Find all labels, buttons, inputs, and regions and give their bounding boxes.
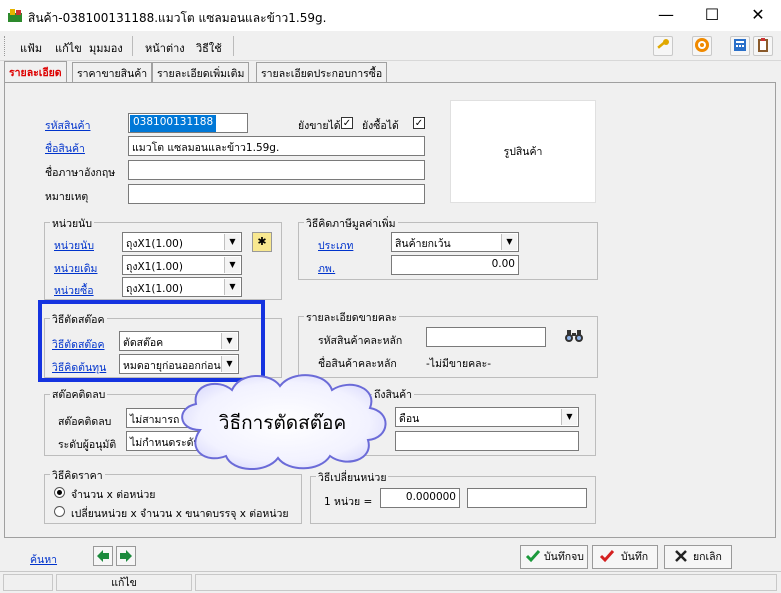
variant-title: รายละเอียดขายคละ <box>304 309 399 326</box>
product-image-label: รูปสินค้า <box>503 146 543 158</box>
chevron-down-icon: ▼ <box>224 257 240 273</box>
new-unit-icon[interactable]: ✱ <box>252 232 272 252</box>
chevron-down-icon: ▼ <box>561 409 577 425</box>
one-unit-input[interactable]: 0.000000 <box>380 488 460 508</box>
unit-extra-input[interactable] <box>467 488 587 508</box>
chevron-down-icon: ▼ <box>501 234 517 250</box>
name-input[interactable]: แมวโต แซลมอนและข้าว1.59g. <box>128 136 425 156</box>
menu-grip <box>4 36 7 56</box>
pricing-option2-label: เปลี่ยนหน่วย x จำนวน x ขนาดบรรจุ x ต่อหน… <box>71 508 289 520</box>
calculator-icon[interactable] <box>730 36 750 56</box>
arrow-right-icon[interactable] <box>116 546 136 566</box>
old-unit-select[interactable]: ถุงX1(1.00) ▼ <box>122 255 242 275</box>
status-bar: แก้ไข <box>0 571 781 593</box>
pricing-option1-label: จำนวน x ต่อหน่วย <box>71 489 156 501</box>
units-title: หน่วยนับ <box>50 215 94 232</box>
approve-level-label: ระดับผู้อนุมัติ <box>58 439 117 451</box>
window-title: สินค้า-038100131188.แมวโต แซลมอนและข้าว1… <box>28 11 327 25</box>
chevron-down-icon: ▼ <box>224 279 240 295</box>
unit-value: ถุงX1(1.00) <box>126 238 183 250</box>
product-image[interactable]: รูปสินค้า <box>450 100 596 203</box>
old-unit-label: หน่วยเดิม <box>54 263 98 275</box>
title-bar: สินค้า-038100131188.แมวโต แซลมอนและข้าว1… <box>0 0 781 31</box>
chevron-down-icon: ▼ <box>224 234 240 250</box>
app-icon <box>7 7 23 23</box>
buy-unit-value: ถุงX1(1.00) <box>126 283 183 295</box>
target-icon[interactable] <box>692 36 712 56</box>
product-access-value: ดือน <box>399 413 420 425</box>
status-cell-3 <box>195 574 777 591</box>
menu-edit[interactable]: แก้ไข <box>55 39 82 57</box>
one-unit-label: 1 หน่วย = <box>324 496 373 508</box>
menu-separator <box>132 36 133 56</box>
tab-details[interactable]: รายละเอียด <box>4 61 67 83</box>
pricing-option2-radio[interactable] <box>54 506 65 517</box>
name-label: ชื่อสินค้า <box>45 143 85 155</box>
menu-bar: แฟ้ม แก้ไข มุมมอง หน้าต่าง วิธีใช้ <box>0 31 781 61</box>
vat-rate-input[interactable]: 0.00 <box>391 255 519 275</box>
negative-stock-title: สต๊อคติดลบ <box>50 386 108 403</box>
vat-type-label: ประเภท <box>318 240 354 252</box>
product-access-select[interactable]: ดือน ▼ <box>395 407 579 427</box>
clipboard-icon[interactable] <box>753 36 773 56</box>
negative-stock-label: สต๊อคติดลบ <box>58 416 112 428</box>
note-input[interactable] <box>128 184 425 204</box>
unit-change-title: วิธีเปลี่ยนหน่วย <box>316 469 389 486</box>
pricing-option1-radio[interactable] <box>54 487 65 498</box>
checkmark-icon <box>525 548 541 572</box>
menu-window[interactable]: หน้าต่าง <box>145 39 185 57</box>
code-input-value: 038100131188 <box>130 115 217 132</box>
tab-purchase-details[interactable]: รายละเอียดประกอบการซื้อ <box>256 62 388 82</box>
buy-unit-label: หน่วยซื้อ <box>54 285 94 297</box>
eng-name-input[interactable] <box>128 160 425 180</box>
code-input[interactable]: 038100131188 <box>128 113 248 133</box>
can-buy-label: ยังซื้อได้ <box>362 120 399 132</box>
old-unit-value: ถุงX1(1.00) <box>126 261 183 273</box>
vat-type-value: สินค้ายกเว้น <box>395 238 451 250</box>
save-button[interactable]: บันทึก <box>592 545 658 569</box>
maximize-button[interactable]: ☐ <box>689 0 735 31</box>
key-icon[interactable] <box>653 36 673 56</box>
minimize-button[interactable]: — <box>643 0 689 31</box>
eng-name-label: ชื่อภาษาอังกฤษ <box>45 167 116 179</box>
unit-label: หน่วยนับ <box>54 240 94 252</box>
cancel-button[interactable]: ยกเลิก <box>664 545 732 569</box>
variant-code-input[interactable] <box>426 327 546 347</box>
can-buy-checkbox[interactable]: ✓ <box>413 117 425 129</box>
status-mode: แก้ไข <box>56 574 192 591</box>
close-button[interactable]: ✕ <box>735 0 781 31</box>
pricing-title: วิธีคิดราคา <box>50 467 105 484</box>
code-label: รหัสสินค้า <box>45 120 91 132</box>
cancel-x-icon <box>673 548 689 572</box>
variant-name-value: -ไม่มีขายคละ- <box>426 358 492 370</box>
menu-separator <box>233 36 234 56</box>
menu-help[interactable]: วิธีใช้ <box>196 39 222 57</box>
arrow-left-icon[interactable] <box>93 546 113 566</box>
buy-unit-select[interactable]: ถุงX1(1.00) ▼ <box>122 277 242 297</box>
save-close-label: บันทึกจบ <box>544 551 584 563</box>
callout-cloud: วิธีการตัดสต๊อค <box>170 368 395 476</box>
status-cell-1 <box>3 574 53 591</box>
save-label: บันทึก <box>621 551 649 563</box>
tab-sale-price[interactable]: ราคาขายสินค้า <box>72 62 153 82</box>
binoculars-icon[interactable] <box>563 327 585 347</box>
menu-view[interactable]: มุมมอง <box>89 39 123 57</box>
can-sell-label: ยังขายได้ <box>298 120 341 132</box>
note-label: หมายเหตุ <box>45 191 89 203</box>
tab-extra-details[interactable]: รายละเอียดเพิ่มเติม <box>152 62 250 82</box>
cancel-label: ยกเลิก <box>693 551 722 563</box>
vat-type-select[interactable]: สินค้ายกเว้น ▼ <box>391 232 519 252</box>
vat-title: วิธีคิดภาษีมูลค่าเพิ่ม <box>304 215 398 232</box>
variant-code-label: รหัสสินค้าคละหลัก <box>318 335 403 347</box>
vat-rate-label: ภพ. <box>318 263 336 275</box>
unit-select[interactable]: ถุงX1(1.00) ▼ <box>122 232 242 252</box>
search-link[interactable]: ค้นหา <box>30 551 57 568</box>
menu-file[interactable]: แฟ้ม <box>20 39 42 57</box>
callout-text: วิธีการตัดสต๊อค <box>218 412 347 434</box>
product-access-input[interactable] <box>395 431 579 451</box>
checkmark-icon <box>599 548 615 572</box>
save-close-button[interactable]: บันทึกจบ <box>520 545 588 569</box>
can-sell-checkbox[interactable]: ✓ <box>341 117 353 129</box>
